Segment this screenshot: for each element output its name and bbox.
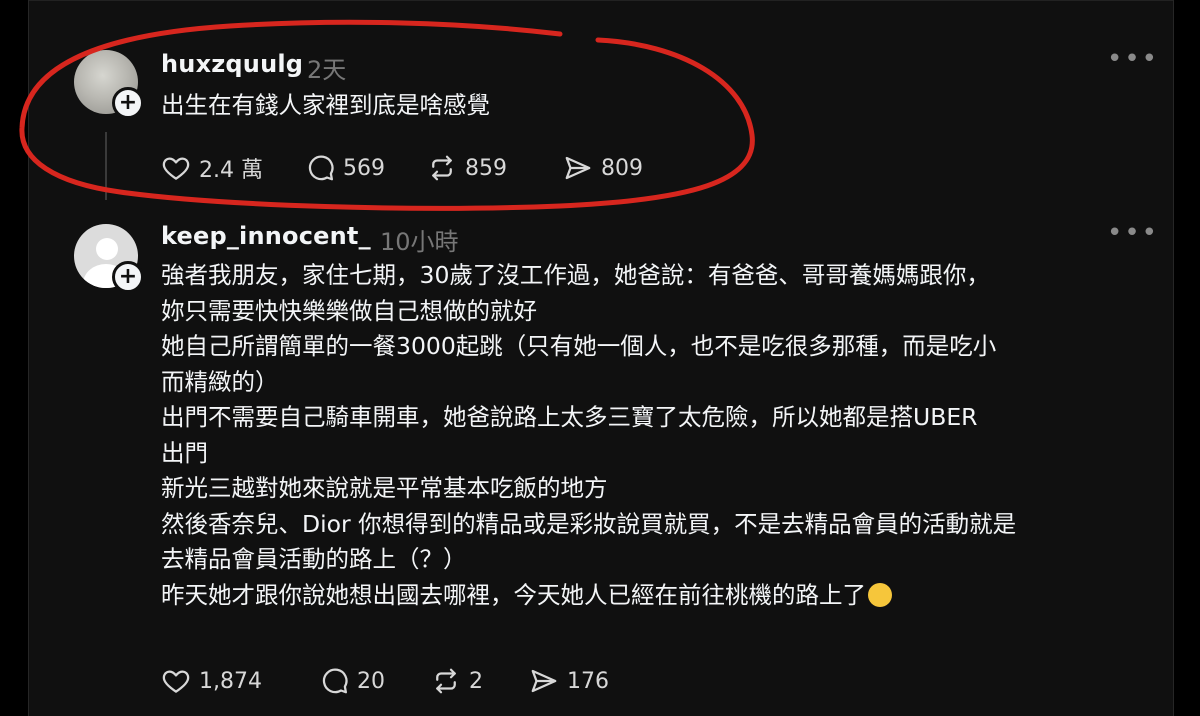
username[interactable]: keep_innocent_ [161,222,371,250]
repost-button[interactable]: 2 [431,666,529,696]
avatar-head-shape [96,238,118,260]
post-line: 出門不需要自己騎車開車，她爸說路上太多三寶了太危險，所以她都是搭UBER [161,403,978,431]
share-button[interactable]: 176 [529,666,609,696]
post-line-last: 昨天她才跟你說她想出國去哪裡，今天她人已經在前往桃機的路上了 [161,578,1016,614]
more-icon[interactable]: ••• [1107,218,1159,248]
share-icon [531,669,557,693]
reply-button[interactable]: 20 [319,666,431,696]
reply-count: 20 [357,668,385,694]
comment-icon [322,668,348,694]
post-text: 強者我朋友，家住七期，30歲了沒工作過，她爸說：有爸爸、哥哥養媽媽跟你， 妳只需… [161,258,1016,613]
post-line: 而精緻的） [161,367,279,396]
post-line: 強者我朋友，家住七期，30歲了沒工作過，她爸說：有爸爸、哥哥養媽媽跟你， [161,261,990,289]
post-line: 新光三越對她來說就是平常基本吃飯的地方 [161,474,608,502]
post-line: 去精品會員活動的路上（？） [161,545,467,573]
post-line: 昨天她才跟你說她想出國去哪裡，今天她人已經在前往桃機的路上了 [161,580,866,609]
repost-icon [436,668,456,694]
follow-plus-icon[interactable]: + [112,261,144,293]
post-actions: 1,874 20 2 176 [161,666,609,696]
post-line: 她自己所謂簡單的一餐3000起跳（只有她一個人，也不是吃很多那種，而是吃小 [161,332,997,360]
melting-face-emoji [868,582,892,607]
like-button[interactable]: 1,874 [161,666,319,696]
threads-feed: + huxzquulg 2天 ••• 出生在有錢人家裡到底是啥感覺 2.4 萬 … [28,0,1174,716]
post-time: 10小時 [380,228,459,256]
share-count: 176 [567,668,609,694]
like-count: 1,874 [199,668,262,694]
post-line: 妳只需要快快樂樂做自己想做的就好 [161,296,537,325]
heart-icon [162,670,190,693]
post-line: 出門 [161,438,208,467]
post-2[interactable]: + keep_innocent_ 10小時 ••• 強者我朋友，家住七期，30歲… [29,0,1173,716]
post-line: 然後香奈兒、Dior 你想得到的精品或是彩妝說買就買，不是去精品會員的活動就是 [161,509,1017,538]
repost-count: 2 [469,668,483,694]
